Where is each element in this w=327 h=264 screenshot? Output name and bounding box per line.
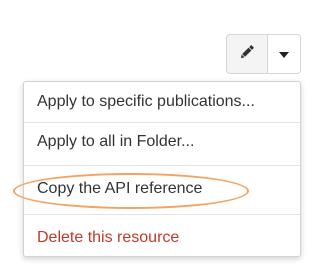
menu-item-copy-api-reference[interactable]: Copy the API reference — [24, 173, 300, 205]
pencil-icon — [238, 43, 256, 66]
menu-item-apply-all-folder[interactable]: Apply to all in Folder... — [24, 126, 300, 158]
action-button-group — [226, 34, 301, 74]
edit-button[interactable] — [226, 34, 268, 74]
menu-item-delete-resource[interactable]: Delete this resource — [24, 222, 300, 254]
menu-divider — [24, 122, 300, 123]
page: Apply to specific publications... Apply … — [0, 0, 327, 264]
caret-down-icon — [279, 45, 289, 63]
dropdown-menu: Apply to specific publications... Apply … — [23, 81, 301, 257]
menu-divider — [24, 165, 300, 166]
menu-item-apply-specific[interactable]: Apply to specific publications... — [24, 86, 300, 118]
menu-divider — [24, 214, 300, 215]
dropdown-toggle-button[interactable] — [268, 34, 301, 74]
